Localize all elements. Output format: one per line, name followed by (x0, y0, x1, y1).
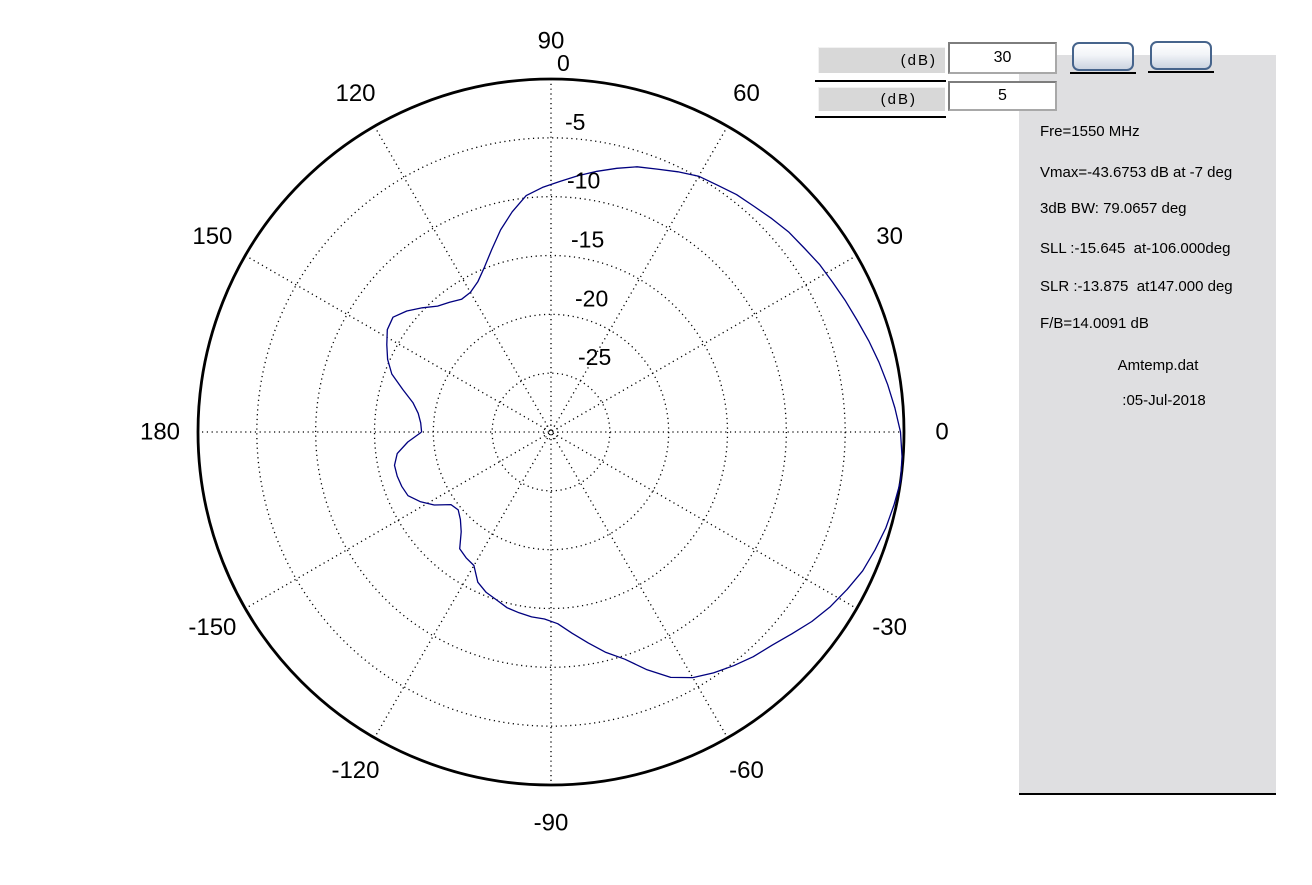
stat-frequency: Fre=1550 MHz (1040, 123, 1140, 140)
angle-tick-label: 60 (733, 80, 760, 107)
angle-tick-label: -30 (872, 614, 907, 641)
angle-tick-label: 120 (335, 80, 375, 107)
db-step-label: (dB) (818, 87, 945, 111)
angle-tick-label: -60 (729, 757, 764, 784)
button-underline (1070, 72, 1136, 74)
stat-3db-bw: 3dB BW: 79.0657 deg (1040, 200, 1187, 217)
data-file-name: Amtemp.dat (1117, 357, 1199, 374)
button-underline (1148, 71, 1214, 73)
angle-tick-label: -120 (331, 757, 379, 784)
db-tick-label: -25 (578, 344, 611, 370)
db-grid-ring (373, 254, 729, 610)
stat-sll: SLL :-15.645 at-106.000deg (1040, 240, 1231, 257)
db-range-label: (dB) (818, 47, 945, 73)
db-range-input[interactable] (948, 42, 1057, 74)
pattern-curve (386, 166, 903, 679)
db-tick-label: -10 (567, 168, 600, 194)
angle-tick-label: -90 (534, 810, 569, 837)
db-tick-label: 0 (557, 50, 570, 76)
angle-tick-label: 30 (876, 223, 903, 250)
application-window: 0 30 60 90 120 150 180 -150 -120 -90 -60 -30 0 -5 -10-… (0, 0, 1312, 885)
stat-vmax: Vmax=-43.6753 dB at -7 deg (1040, 164, 1233, 181)
db-tick-label: -15 (571, 227, 604, 253)
db-grid-ring (256, 137, 846, 727)
stat-slr: SLR :-13.875 at147.000 deg (1040, 278, 1233, 295)
db-grid-ring (432, 313, 670, 551)
toolbar-button-1[interactable] (1072, 42, 1134, 71)
center-ring (543, 424, 559, 440)
angle-tick-label: 150 (192, 223, 232, 250)
angle-tick-label: 180 (140, 419, 180, 446)
stat-fb-ratio: F/B=14.0091 dB (1040, 315, 1149, 332)
separator-line (815, 116, 946, 118)
toolbar-button-2[interactable] (1150, 41, 1212, 70)
db-tick-label: -20 (575, 285, 608, 311)
db-step-input[interactable] (948, 81, 1057, 111)
angle-tick-label: -150 (188, 614, 236, 641)
separator-line (815, 80, 946, 82)
polar-plot: 0306090120150180-150-120-90-60-300-5-10-… (140, 28, 949, 837)
db-tick-label: -5 (565, 109, 585, 135)
angle-tick-label: 0 (935, 419, 948, 446)
measurement-date: :05-Jul-2018 (1122, 392, 1206, 409)
